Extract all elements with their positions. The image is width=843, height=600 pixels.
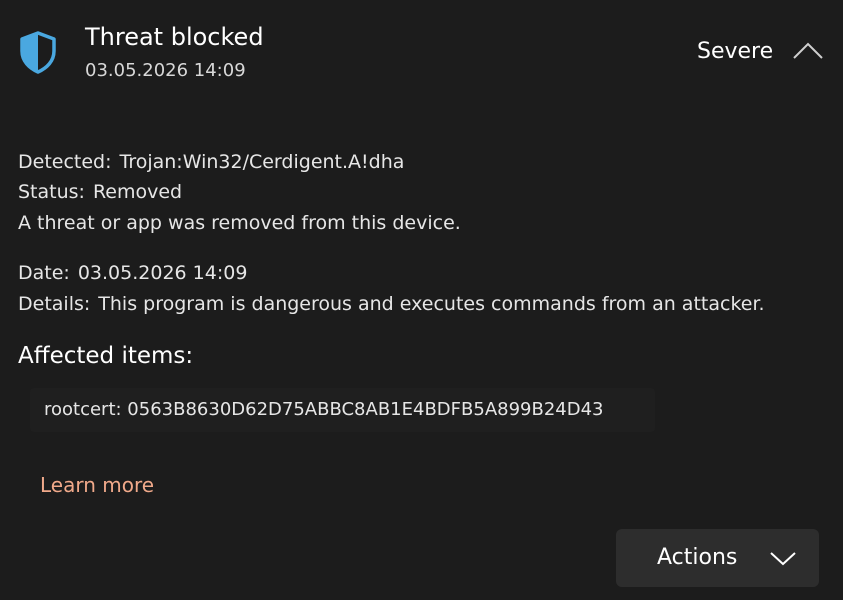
details-label: Details: (18, 293, 91, 315)
status-row: Status: Removed (18, 179, 182, 205)
collapse-button[interactable] (788, 36, 828, 66)
actions-label: Actions (657, 545, 738, 570)
threat-title: Threat blocked (85, 23, 264, 51)
severity-label: Severe (697, 39, 774, 64)
detected-value: Trojan:Win32/Cerdigent.A!dha (119, 151, 405, 173)
shield-icon (20, 31, 56, 74)
detected-row: Detected: Trojan:Win32/Cerdigent.A!dha (18, 149, 404, 175)
status-value: Removed (92, 181, 183, 203)
chevron-up-icon (793, 42, 823, 59)
date-label: Date: (18, 262, 70, 284)
affected-item-text: rootcert: 0563B8630D62D75ABBC8AB1E4BDFB5… (44, 399, 604, 420)
affected-item[interactable]: rootcert: 0563B8630D62D75ABBC8AB1E4BDFB5… (30, 388, 655, 432)
date-value: 03.05.2026 14:09 (77, 262, 248, 284)
detected-label: Detected: (18, 151, 112, 173)
threat-timestamp: 03.05.2026 14:09 (85, 60, 246, 81)
details-row: Details: This program is dangerous and ex… (18, 291, 765, 317)
chevron-down-icon (770, 552, 796, 566)
threat-card: Threat blocked 03.05.2026 14:09 Severe D… (0, 0, 843, 600)
date-row: Date: 03.05.2026 14:09 (18, 260, 247, 286)
learn-more-link[interactable]: Learn more (40, 471, 154, 499)
status-label: Status: (18, 181, 85, 203)
affected-items-title: Affected items: (18, 343, 194, 369)
status-message: A threat or app was removed from this de… (18, 212, 461, 234)
actions-button[interactable]: Actions (616, 529, 819, 587)
details-value: This program is dangerous and executes c… (98, 293, 765, 315)
